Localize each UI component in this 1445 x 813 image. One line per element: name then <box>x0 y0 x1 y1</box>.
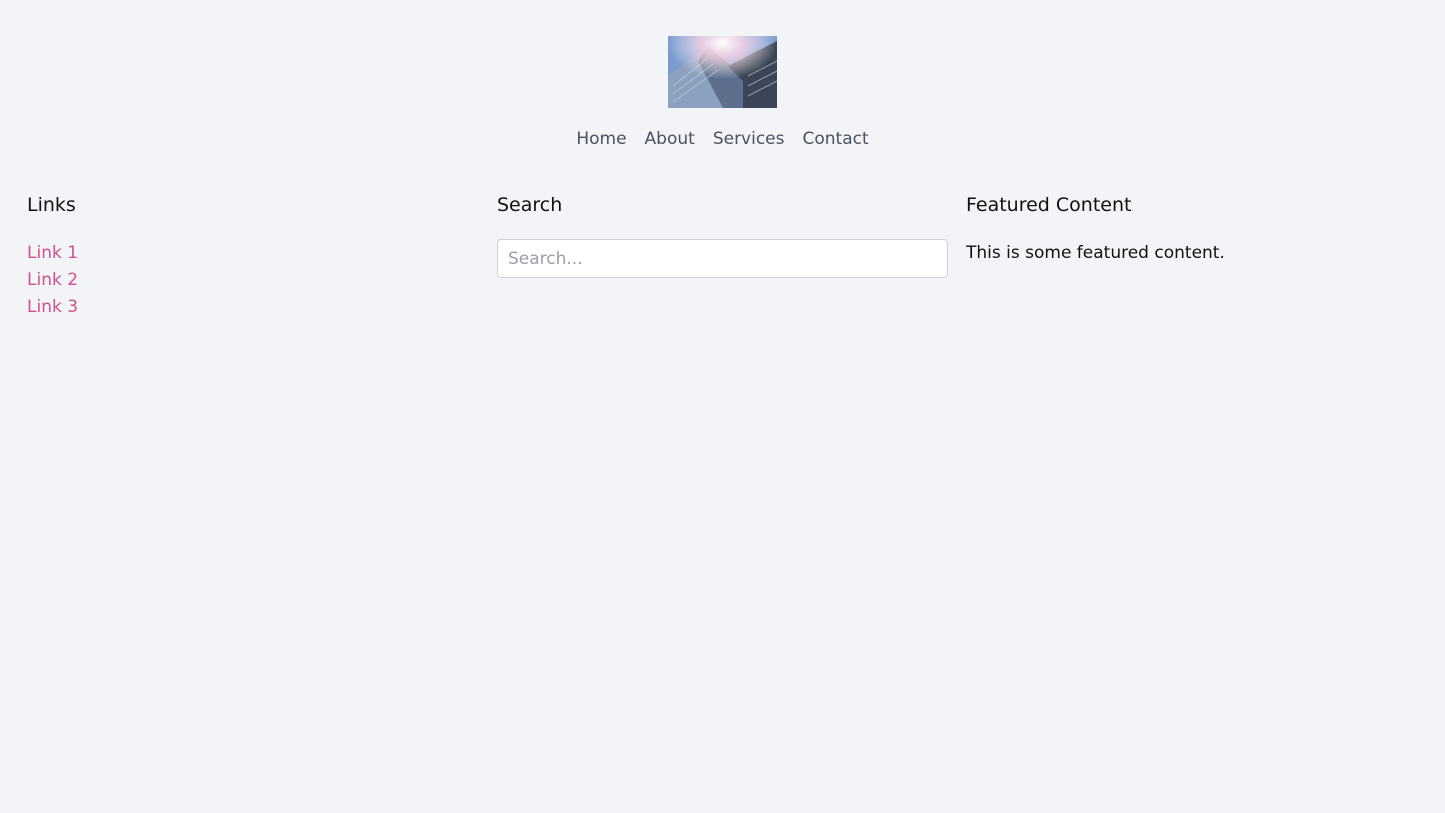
logo-image <box>668 36 777 108</box>
list-item: Link 2 <box>27 267 467 294</box>
list-item: Link 1 <box>27 240 467 267</box>
link-1[interactable]: Link 1 <box>27 240 467 267</box>
search-input[interactable] <box>497 239 948 278</box>
links-list: Link 1 Link 2 Link 3 <box>27 240 467 321</box>
featured-text: This is some featured content. <box>966 243 1225 263</box>
link-2[interactable]: Link 2 <box>27 267 467 294</box>
nav-services-link[interactable]: Services <box>713 128 785 150</box>
featured-section: Featured Content This is some featured c… <box>966 193 1418 266</box>
search-heading: Search <box>497 194 563 216</box>
links-section: Links Link 1 Link 2 Link 3 <box>27 193 467 321</box>
featured-heading: Featured Content <box>966 194 1132 216</box>
nav-about-link[interactable]: About <box>645 128 695 150</box>
nav-home-link[interactable]: Home <box>576 128 626 150</box>
links-heading: Links <box>27 194 76 216</box>
list-item: Link 3 <box>27 294 467 321</box>
main-nav: Home About Services Contact <box>0 128 1445 150</box>
link-3[interactable]: Link 3 <box>27 294 467 321</box>
nav-contact-link[interactable]: Contact <box>803 128 869 150</box>
search-section: Search <box>497 193 948 278</box>
